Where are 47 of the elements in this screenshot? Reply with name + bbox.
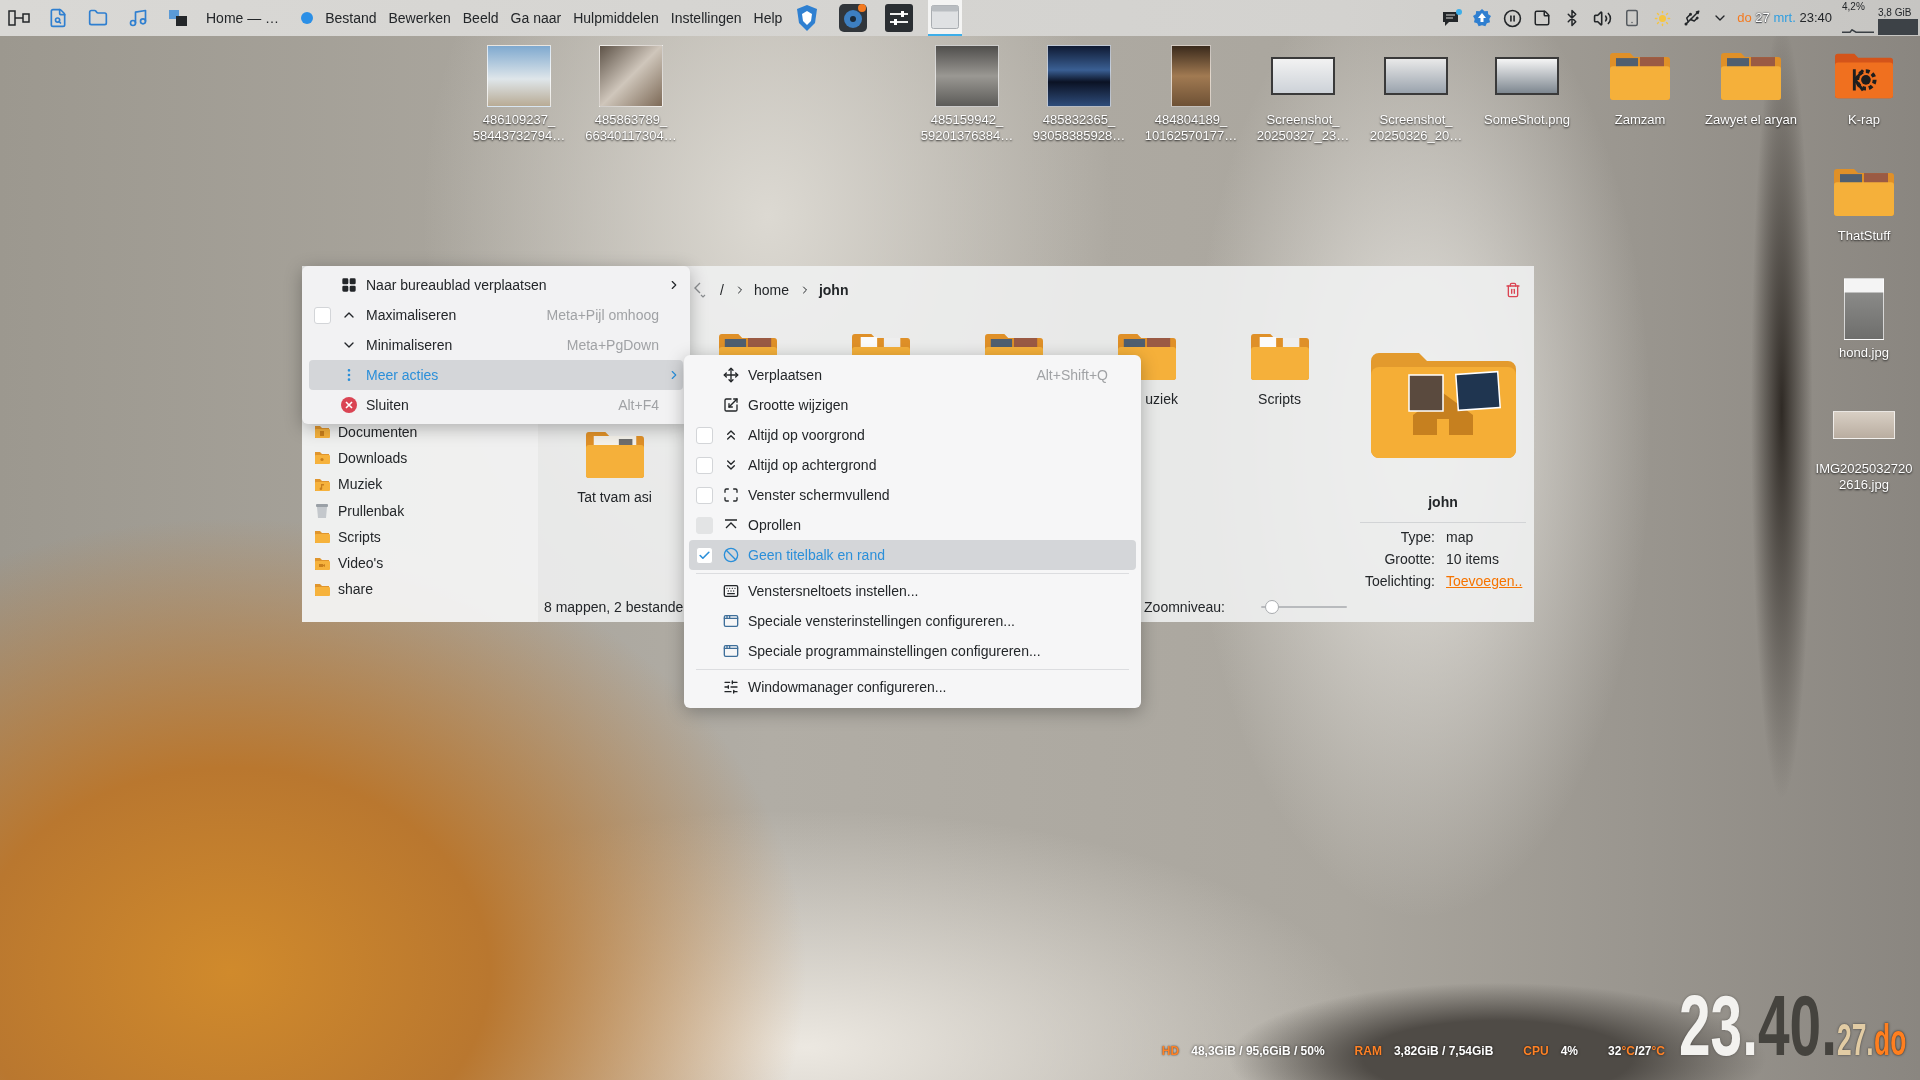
file-name-label: Screenshot_ 20250326_20… [1369,112,1463,144]
status-text: 8 mappen, 2 bestande [544,597,684,617]
file-name-label: 486109237_ 58443732794… [472,112,566,144]
info-label: Type: [1399,528,1435,547]
stat-label: CPU [1523,1043,1549,1060]
file-name-label: Zamzam [1614,112,1666,128]
folder-label: uziek [1145,390,1178,408]
file-name-label: 485159942_ 59201376384… [920,112,1014,144]
stat-value: 4% [1560,1043,1578,1060]
file-name-label: IMG2025032720 2616.jpg [1815,461,1913,493]
file-name-label: 485832365_ 93058385928… [1032,112,1126,144]
window-title: Home — … [206,8,280,28]
file-name-label: ThatStuff [1837,228,1891,244]
shortcut-text: Meta+PgDown [566,335,659,355]
place-label: Scripts [338,527,381,547]
folder-name: john [1428,493,1458,511]
shortcut-text: Alt+F4 [618,395,659,415]
file-name-label: hond.jpg [1839,345,1889,361]
shortcut-text: Alt+Shift+Q [1036,365,1108,385]
memory-usage-text: 3,8 GiB [1878,7,1912,19]
place-label: Downloads [338,448,408,468]
file-name-label: 484804189_ 10162570177… [1144,112,1238,144]
info-value: 10 items [1446,550,1500,569]
folder-label: Tat tvam asi [577,488,652,506]
place-label: Muziek [338,475,383,495]
stat-label: RAM [1354,1043,1382,1060]
stat-value: 3,82GiB / 7,54GiB [1393,1043,1494,1060]
shortcut-text: Meta+Pijl omhoog [546,305,659,325]
place-label: Video's [338,554,384,574]
info-label: Grootte: [1383,550,1435,569]
info-value: map [1446,528,1475,547]
place-label: share [338,580,374,600]
info-label: Toelichting: [1363,572,1435,591]
stat-value: 48,3GiB / 95,6GiB / 50% [1191,1043,1325,1060]
file-name-label: SomeShot.png [1484,112,1570,128]
cpu-usage-text: 4,2% [1842,1,1865,13]
stat-label: HD [1161,1043,1180,1060]
desktop-clock: 23.40.27.do [1679,982,1906,1068]
file-name-label: Screenshot_ 20250327_23… [1256,112,1350,144]
place-label: Documenten [338,422,418,442]
zoom-label: Zoomniveau: [1144,597,1225,617]
file-name-label: 485863789_ 66340117304… [585,112,677,144]
file-name-label: Zawyet el aryan [1705,112,1797,128]
place-label: Prullenbak [338,501,405,521]
temperature-reading: 32°C/27°C [1608,1043,1665,1060]
file-name-label: K-rap [1848,112,1880,128]
folder-label: Scripts [1258,390,1301,408]
